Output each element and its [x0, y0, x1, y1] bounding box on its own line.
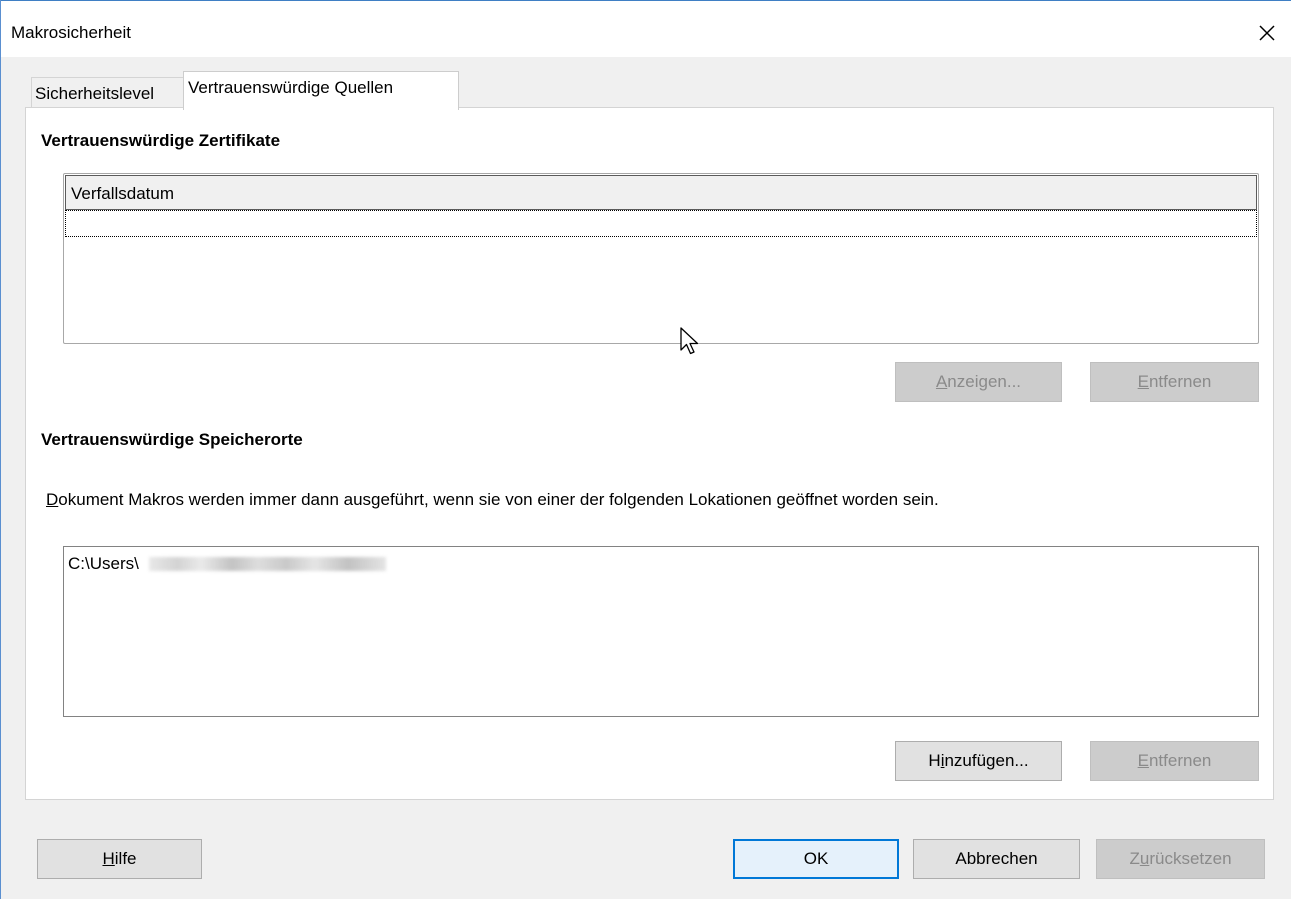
- cancel-button[interactable]: Abbrechen: [913, 839, 1080, 879]
- mnemonic: D: [46, 490, 59, 509]
- button-label: Z: [1129, 849, 1140, 868]
- redacted-username: [149, 557, 386, 571]
- button-label: ntfernen: [1148, 372, 1212, 391]
- focused-list-row[interactable]: [65, 210, 1257, 237]
- mnemonic: H: [102, 849, 115, 868]
- ok-button[interactable]: OK: [733, 839, 899, 879]
- close-icon[interactable]: [1253, 19, 1281, 47]
- mnemonic: u: [1139, 849, 1150, 868]
- tab-trusted-sources[interactable]: Vertrauenswürdige Quellen: [183, 71, 459, 110]
- location-item[interactable]: C:\Users\: [68, 554, 139, 574]
- tab-security-level[interactable]: Sicherheitslevel: [31, 77, 184, 108]
- column-header-expiry[interactable]: Verfallsdatum: [65, 175, 1257, 210]
- macro-security-dialog: Makrosicherheit Sicherheitslevel Vertrau…: [0, 0, 1291, 899]
- mnemonic: E: [1137, 751, 1149, 770]
- button-label: ntfernen: [1148, 751, 1212, 770]
- window-title: Makrosicherheit: [11, 23, 131, 42]
- title-bar: Makrosicherheit: [1, 1, 1291, 57]
- remove-location-button[interactable]: Entfernen: [1090, 741, 1259, 781]
- column-header-label: Verfallsdatum: [71, 184, 174, 203]
- tab-label: Vertrauenswürdige Quellen: [188, 78, 394, 97]
- mnemonic: E: [1137, 372, 1149, 391]
- mnemonic: A: [935, 372, 948, 391]
- locations-description: Dokument Makros werden immer dann ausgef…: [46, 490, 939, 510]
- trusted-locations-heading: Vertrauenswürdige Speicherorte: [41, 430, 303, 449]
- trusted-certificates-heading: Vertrauenswürdige Zertifikate: [41, 131, 281, 150]
- remove-certificate-button[interactable]: Entfernen: [1090, 362, 1259, 402]
- reset-button[interactable]: Zurücksetzen: [1096, 839, 1265, 879]
- button-label: nzufügen...: [944, 751, 1029, 770]
- locations-list[interactable]: C:\Users\: [63, 546, 1259, 717]
- view-certificate-button[interactable]: Anzeigen...: [895, 362, 1062, 402]
- help-button[interactable]: Hilfe: [37, 839, 202, 879]
- button-label: ilfe: [114, 849, 137, 868]
- button-label: H: [928, 751, 941, 770]
- description-text: okument Makros werden immer dann ausgefü…: [58, 490, 939, 509]
- tab-label: Sicherheitslevel: [35, 84, 155, 103]
- location-path: C:\Users\: [68, 554, 139, 573]
- add-location-button[interactable]: Hinzufügen...: [895, 741, 1062, 781]
- certificates-list[interactable]: Verfallsdatum: [63, 173, 1259, 344]
- button-label: rücksetzen: [1149, 849, 1232, 868]
- window-border-left: [0, 0, 1, 899]
- button-label: nzeigen...: [947, 372, 1022, 391]
